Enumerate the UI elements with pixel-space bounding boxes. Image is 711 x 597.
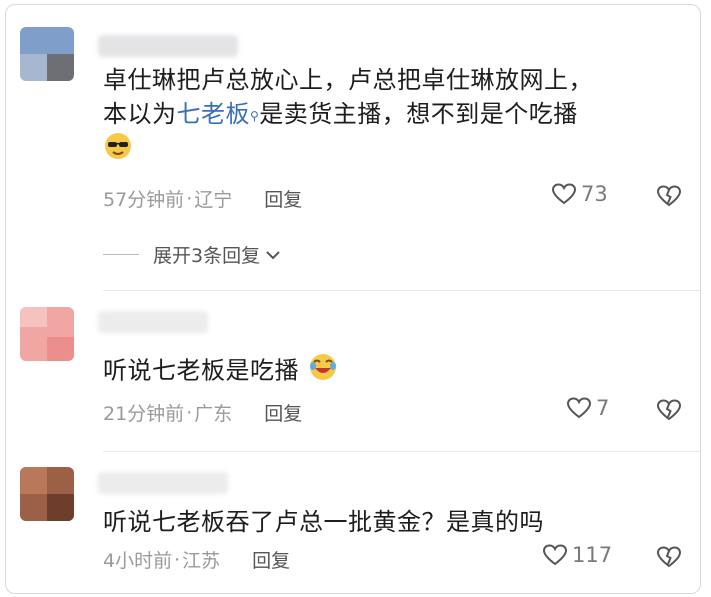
heart-icon <box>551 183 577 205</box>
username-blurred[interactable] <box>98 472 228 494</box>
heart-icon <box>542 544 568 566</box>
mention-link[interactable]: 七老板 <box>177 100 251 128</box>
comment-text: 听说七老板吞了卢总一批黄金？是真的吗 <box>103 508 544 536</box>
comment-meta: 57分钟前 · 辽宁 回复 <box>103 185 302 212</box>
broken-heart-icon <box>656 399 682 421</box>
avatar[interactable] <box>20 467 74 521</box>
comment-meta: 4小时前 · 江苏 回复 <box>103 546 290 573</box>
search-icon: ⚲ <box>250 109 260 123</box>
avatar[interactable] <box>20 27 74 81</box>
comment-meta: 21分钟前 · 广东 回复 <box>103 399 302 426</box>
reply-button[interactable]: 回复 <box>264 185 302 212</box>
heart-icon <box>566 397 592 419</box>
reply-button[interactable]: 回复 <box>264 399 302 426</box>
like-button[interactable]: 117 <box>542 543 612 567</box>
dislike-button[interactable] <box>656 184 682 212</box>
divider <box>103 451 700 452</box>
broken-heart-icon <box>656 185 682 207</box>
like-button[interactable]: 73 <box>551 182 608 206</box>
comment-text: 卓仕琳把卢总放心上，卢总把卓仕琳放网上， 本以为七老板⚲是卖货主播，想不到是个吃… <box>103 63 593 170</box>
broken-heart-icon <box>656 546 682 568</box>
reply-button[interactable]: 回复 <box>252 546 290 573</box>
username-blurred[interactable] <box>98 311 208 333</box>
comment-text: 听说七老板是吃播 <box>103 351 339 392</box>
divider <box>103 290 700 291</box>
comment-list: 卓仕琳把卢总放心上，卢总把卓仕琳放网上， 本以为七老板⚲是卖货主播，想不到是个吃… <box>5 4 701 594</box>
expand-replies-button[interactable]: 展开3条回复 <box>103 241 282 268</box>
laughing-emoji-icon <box>307 351 339 392</box>
avatar[interactable] <box>20 307 74 361</box>
sunglasses-emoji-icon <box>103 131 133 170</box>
divider-line <box>103 254 139 255</box>
chevron-down-icon <box>266 250 280 259</box>
username-blurred[interactable] <box>98 35 238 57</box>
dislike-button[interactable] <box>656 545 682 573</box>
dislike-button[interactable] <box>656 398 682 426</box>
like-button[interactable]: 7 <box>566 396 609 420</box>
